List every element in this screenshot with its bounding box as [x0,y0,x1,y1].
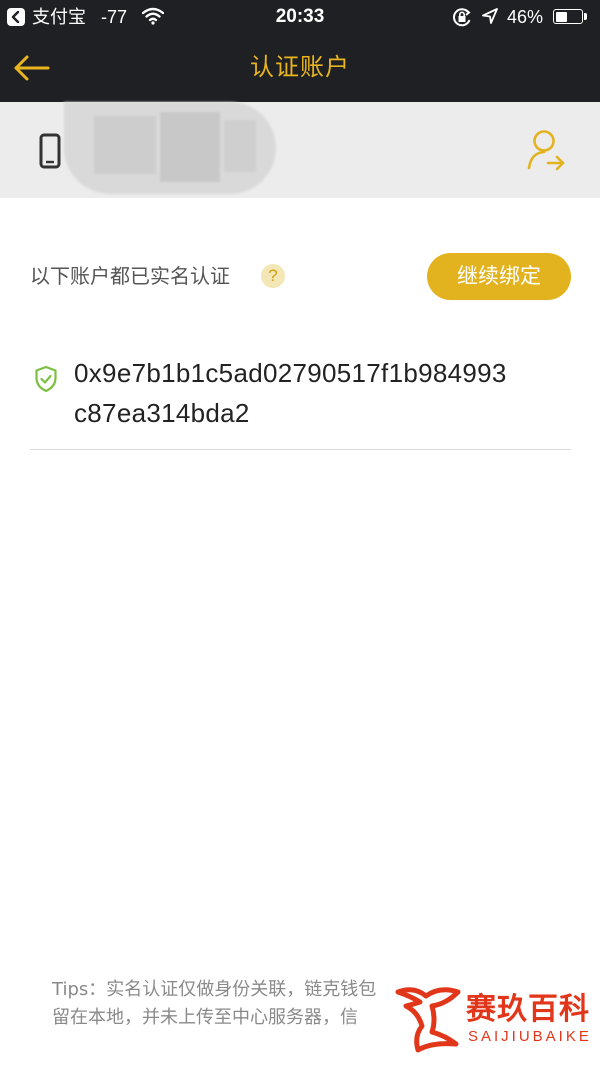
watermark-sub: SAIJIUBAIKE [468,1028,592,1045]
battery-percent: 46% [507,7,544,27]
account-row[interactable]: 0x9e7b1b1c5ad02790517f1b984993 c87ea314b… [30,350,571,450]
account-address-line1: 0x9e7b1b1c5ad02790517f1b984993 [74,358,507,388]
switch-account-icon[interactable] [526,128,566,178]
rotation-lock-icon [451,7,473,32]
location-icon [481,7,499,30]
continue-binding-button[interactable]: 继续绑定 [427,253,571,300]
verified-shield-icon [34,365,58,397]
help-icon[interactable]: ? [261,264,285,288]
account-header [0,102,600,198]
watermark-logo-icon [392,982,464,1058]
battery-nub [584,13,587,20]
nav-bar: 认证账户 [0,34,600,102]
status-bar: 支付宝 -77 20:33 46% [0,0,600,34]
battery-icon [553,9,583,24]
battery-level [555,11,567,22]
watermark: 赛玖百科 SAIJIUBAIKE [392,982,592,1054]
phone-icon [39,133,61,173]
verified-accounts-label: 以下账户都已实名认证 [30,264,230,288]
watermark-brand: 赛玖百科 [466,992,590,1027]
account-address-line2: c87ea314bda2 [74,398,250,428]
page-title: 认证账户 [250,53,350,81]
obscured-account-name [64,102,276,194]
